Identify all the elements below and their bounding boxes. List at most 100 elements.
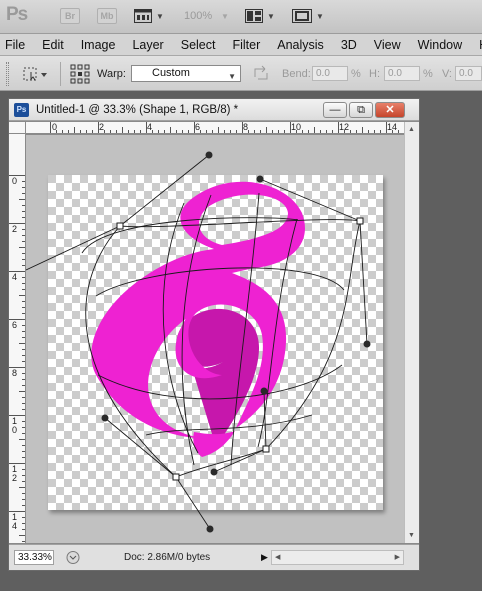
horizontal-distortion-field[interactable]: 0.0 [384, 66, 420, 81]
ruler-tick [22, 259, 25, 260]
bend-field[interactable]: 0.0 [312, 66, 348, 81]
horizontal-ruler[interactable]: 0 2 4 6 8 10 12 14 [26, 122, 404, 134]
menu-window[interactable]: Window [418, 38, 462, 52]
ruler-tick [22, 373, 25, 374]
ruler-tick [19, 247, 25, 248]
menu-image[interactable]: Image [81, 38, 116, 52]
ruler-tick [128, 130, 129, 133]
ruler-tick [110, 130, 111, 133]
ruler-number: 2 [12, 224, 18, 234]
horizontal-distortion-label: H: [369, 68, 380, 80]
ruler-tick [224, 130, 225, 133]
ruler-tick [392, 130, 393, 133]
options-bar-grip[interactable] [6, 62, 9, 86]
ruler-tick [22, 235, 25, 236]
ruler-tick [260, 130, 261, 133]
ruler-tick [314, 127, 315, 133]
ruler-tick [19, 535, 25, 536]
ruler-tick [56, 130, 57, 133]
tool-preset-button[interactable] [22, 66, 48, 87]
ruler-tick [278, 130, 279, 133]
ruler-tick [19, 199, 25, 200]
ruler-tick [22, 307, 25, 308]
scroll-up-icon[interactable]: ▲ [408, 126, 415, 133]
menu-file[interactable]: File [5, 38, 25, 52]
separator [60, 62, 61, 86]
ruler-tick [170, 127, 171, 133]
document-title-bar[interactable]: Ps Untitled-1 @ 33.3% (Shape 1, RGB/8) *… [9, 99, 419, 121]
zoom-chevron-down-icon[interactable]: ▼ [221, 12, 229, 21]
ruler-tick [9, 463, 25, 464]
launch-mini-bridge-button[interactable]: Mb [97, 8, 117, 24]
zoom-level[interactable]: 100% [184, 10, 212, 22]
change-warp-orientation-button[interactable] [253, 65, 269, 86]
ruler-tick [290, 122, 291, 133]
status-arrow-icon[interactable]: ▶ [261, 552, 268, 563]
scroll-down-icon[interactable]: ▼ [408, 532, 415, 539]
ruler-tick [22, 283, 25, 284]
ruler-tick [22, 205, 25, 206]
menu-layer[interactable]: Layer [132, 38, 163, 52]
ruler-tick [302, 130, 303, 133]
status-info-button[interactable] [65, 550, 81, 570]
scroll-right-icon[interactable]: ▶ [395, 553, 400, 561]
ruler-tick [22, 289, 25, 290]
ruler-tick [22, 361, 25, 362]
ruler-tick [22, 421, 25, 422]
ruler-tick [152, 130, 153, 133]
warp-style-value: Custom [152, 67, 190, 79]
menu-select[interactable]: Select [181, 38, 216, 52]
ruler-tick [230, 130, 231, 133]
photoshop-logo: Ps [6, 4, 28, 25]
ruler-tick [350, 130, 351, 133]
canvas-svg[interactable] [26, 135, 404, 543]
scroll-left-icon[interactable]: ◀ [275, 553, 280, 561]
ruler-tick [80, 130, 81, 133]
document-title: Untitled-1 @ 33.3% (Shape 1, RGB/8) * [36, 104, 239, 116]
chevron-down-icon: ▼ [228, 72, 236, 81]
document-size-info: Doc: 2.86M/0 bytes [124, 552, 211, 563]
ruler-tick [22, 349, 25, 350]
ruler-tick [320, 130, 321, 133]
close-button[interactable]: ✕ [375, 102, 405, 118]
ruler-tick [22, 253, 25, 254]
menu-analysis[interactable]: Analysis [277, 38, 324, 52]
ruler-tick [218, 127, 219, 133]
restore-button[interactable]: ⧉ [349, 102, 373, 118]
warp-style-select[interactable]: Custom ▼ [131, 65, 241, 82]
ruler-tick [9, 319, 25, 320]
ruler-tick [22, 469, 25, 470]
document-window: Ps Untitled-1 @ 33.3% (Shape 1, RGB/8) *… [8, 98, 420, 571]
ruler-number: 10 [12, 416, 18, 435]
vertical-scrollbar[interactable]: ▲ ▼ [404, 122, 419, 543]
minimize-button[interactable]: — [323, 102, 347, 118]
ruler-tick [194, 122, 195, 133]
ruler-origin[interactable] [9, 122, 26, 134]
vertical-distortion-field[interactable]: 0.0 [455, 66, 482, 81]
vertical-ruler[interactable]: 0 2 4 6 8 10 12 14 [9, 134, 26, 543]
menu-view[interactable]: View [374, 38, 401, 52]
ruler-tick [98, 122, 99, 133]
horizontal-scrollbar[interactable]: ◀ ▶ [271, 550, 404, 565]
transform-tool-icon [23, 67, 47, 81]
status-menu-icon [66, 551, 80, 564]
reference-point-button[interactable] [70, 64, 90, 89]
menu-filter[interactable]: Filter [232, 38, 260, 52]
ruler-tick [22, 475, 25, 476]
ruler-tick [22, 241, 25, 242]
ruler-tick [398, 130, 399, 133]
arrange-documents-button[interactable]: ▼ [245, 7, 275, 25]
ruler-tick [22, 409, 25, 410]
screen-mode-button[interactable]: ▼ [292, 7, 324, 25]
ruler-tick [22, 217, 25, 218]
ruler-tick [326, 130, 327, 133]
view-extras-button[interactable]: ▼ [134, 7, 164, 25]
menu-3d[interactable]: 3D [341, 38, 357, 52]
ruler-tick [22, 337, 25, 338]
menu-edit[interactable]: Edit [42, 38, 64, 52]
canvas-area[interactable] [26, 135, 404, 543]
zoom-field[interactable]: 33.33% [14, 550, 54, 565]
ruler-tick [22, 541, 25, 542]
launch-bridge-button[interactable]: Br [60, 8, 80, 24]
bend-unit: % [351, 68, 361, 80]
